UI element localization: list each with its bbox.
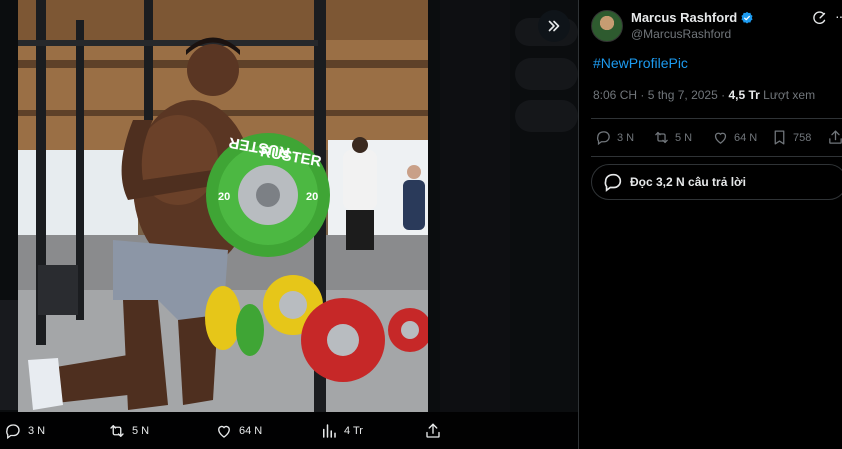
media-views-button[interactable]: 4 Tr (320, 422, 363, 440)
tweet-time[interactable]: 8:06 CH (593, 88, 637, 102)
background-ghost-element (440, 0, 510, 449)
bookmark-count: 758 (793, 131, 812, 144)
repost-icon (110, 424, 124, 437)
like-button[interactable]: 64 N (712, 129, 757, 146)
background-ghost-element (0, 300, 18, 410)
media-repost-button[interactable]: 5 N (108, 422, 149, 440)
reply-icon (597, 131, 610, 146)
share-icon (426, 423, 440, 438)
media-viewer: RUSTER RUSTER 20 20 3 N 5 N 64 N 4 Tr (0, 0, 578, 449)
plate-weight-right: 20 (306, 191, 318, 203)
tweet-date[interactable]: 5 thg 7, 2025 (648, 88, 718, 102)
repost-count: 5 N (675, 131, 693, 144)
media-views-count: 4 Tr (344, 424, 363, 437)
chat-bubble-icon (604, 173, 622, 192)
repost-icon (655, 131, 668, 144)
like-count: 64 N (734, 131, 758, 144)
author-handle[interactable]: @MarcusRashford (631, 26, 754, 42)
avatar[interactable] (591, 10, 623, 42)
share-icon (829, 130, 842, 144)
plate-weight-left: 20 (218, 191, 230, 203)
collapse-panel-button[interactable] (538, 10, 570, 42)
more-icon[interactable]: ··· (835, 8, 842, 24)
verified-badge-icon (741, 11, 753, 24)
views-label: Lượt xem (763, 88, 816, 102)
views-icon (323, 423, 336, 438)
media-repost-count: 5 N (132, 424, 150, 437)
chevrons-right-icon (548, 20, 560, 32)
media-reply-button[interactable]: 3 N (4, 422, 45, 440)
divider (591, 156, 842, 157)
tweet-panel: Marcus Rashford @MarcusRashford ··· #New… (578, 0, 842, 449)
like-icon (218, 425, 230, 438)
tweet-text-hashtag[interactable]: #NewProfilePic (593, 55, 688, 71)
bookmark-button[interactable]: 758 (771, 129, 811, 146)
read-replies-label: Đọc 3,2 N câu trả lời (630, 175, 746, 189)
media-like-count: 64 N (239, 424, 263, 437)
views-count: 4,5 Tr (728, 88, 760, 102)
meta-separator: · (721, 88, 726, 102)
grok-button[interactable] (812, 11, 827, 31)
tweet-actions: 3 N 5 N 64 N 758 (579, 118, 842, 156)
reply-icon (6, 423, 20, 439)
author-name-row[interactable]: Marcus Rashford (631, 10, 754, 26)
author-display-name[interactable]: Marcus Rashford (631, 10, 737, 26)
media-share-button[interactable] (424, 422, 442, 440)
repost-button[interactable]: 5 N (653, 129, 692, 146)
read-replies-button[interactable]: Đọc 3,2 N câu trả lời (591, 164, 842, 200)
author-block: Marcus Rashford @MarcusRashford (591, 10, 754, 42)
media-reply-count: 3 N (28, 424, 46, 437)
media-like-button[interactable]: 64 N (215, 422, 262, 440)
share-button[interactable] (827, 129, 842, 146)
tweet-photo[interactable]: RUSTER RUSTER 20 20 (18, 0, 428, 412)
background-ghost-element (515, 100, 578, 132)
meta-separator: · (640, 88, 645, 102)
reply-button[interactable]: 3 N (595, 129, 634, 146)
reply-count: 3 N (617, 131, 635, 144)
media-action-bar: 3 N 5 N 64 N 4 Tr (0, 412, 578, 449)
like-icon (714, 132, 727, 144)
grok-icon (813, 11, 826, 25)
bookmark-icon (774, 130, 785, 145)
background-ghost-element (515, 58, 578, 90)
tweet-meta: 8:06 CH · 5 thg 7, 2025 · 4,5 Tr Lượt xe… (593, 88, 815, 102)
